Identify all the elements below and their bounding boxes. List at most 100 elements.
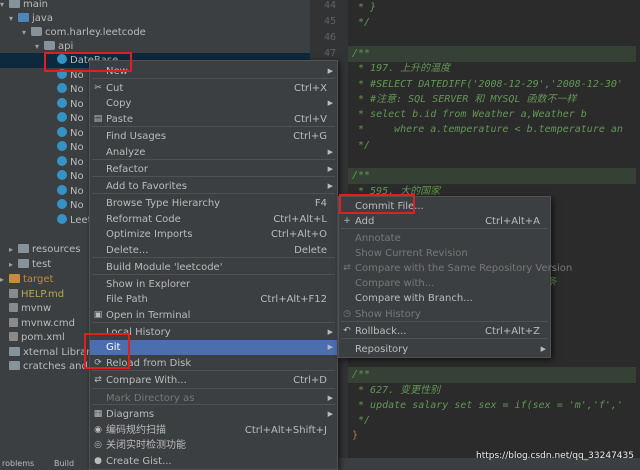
- menu-item-annotate[interactable]: Annotate: [339, 231, 550, 246]
- menu-item-reformat-code[interactable]: Reformat Code Ctrl+Alt+L: [90, 212, 337, 227]
- menu-item-repository[interactable]: Repository ▶: [339, 342, 550, 357]
- menu-item-diagrams[interactable]: ▦ Diagrams ▶: [90, 407, 337, 422]
- menu-separator: [92, 370, 335, 371]
- menu-item-icon: ↶: [343, 326, 351, 336]
- menu-item-label: Reformat Code: [106, 214, 181, 225]
- menu-item-build-module-leetcode[interactable]: Build Module 'leetcode': [90, 260, 337, 275]
- menu-item-label: Paste: [106, 114, 133, 125]
- tree-item[interactable]: mvnw: [0, 301, 51, 316]
- tree-item[interactable]: mvnw.cmd: [0, 316, 75, 331]
- menu-item-analyze[interactable]: Analyze ▶: [90, 145, 337, 160]
- menu-item-icon: ⇄: [343, 263, 351, 273]
- menu-item-rollback[interactable]: ↶ Rollback... Ctrl+Alt+Z: [339, 324, 550, 339]
- menu-item-compare-with-branch[interactable]: Compare with Branch...: [339, 291, 550, 306]
- menu-item-label: Cut: [106, 83, 124, 94]
- tree-item-class[interactable]: No: [0, 155, 84, 170]
- menu-item-delete[interactable]: Delete... Delete: [90, 243, 337, 258]
- class-icon: [57, 214, 67, 224]
- menu-item-label: Repository: [355, 344, 409, 355]
- menu-item-compare-with-the-same-repository-version[interactable]: ⇄ Compare with the Same Repository Versio…: [339, 261, 572, 276]
- submenu-arrow-icon: ▶: [327, 343, 333, 351]
- menu-item-icon: ▦: [93, 409, 103, 419]
- expand-arrow-icon[interactable]: ▾: [22, 25, 31, 40]
- menu-item-paste[interactable]: ▤ Paste Ctrl+V: [90, 112, 337, 127]
- tree-item[interactable]: ▾ java: [0, 11, 53, 26]
- class-icon: [57, 83, 67, 93]
- file-icon: [9, 318, 18, 327]
- problems-tab[interactable]: roblems: [2, 458, 34, 470]
- class-icon: [57, 199, 67, 209]
- menu-item-shortcut: Ctrl+D: [293, 375, 327, 386]
- menu-item-shortcut: F4: [314, 198, 327, 209]
- menu-item-browse-type-hierarchy[interactable]: Browse Type Hierarchy F4: [90, 196, 337, 211]
- tree-item-class[interactable]: No: [0, 169, 84, 184]
- menu-item-open-in-terminal[interactable]: ▣ Open in Terminal: [90, 308, 337, 323]
- menu-item-item-22[interactable]: ◉ 编码规约扫描 Ctrl+Alt+Shift+J: [90, 423, 337, 438]
- tree-item-label: No: [70, 157, 84, 168]
- tree-item-class[interactable]: No: [0, 126, 84, 141]
- submenu-arrow-icon: ▶: [327, 182, 333, 190]
- expand-arrow-icon[interactable]: ▸: [0, 272, 9, 287]
- highlight-box-git: [84, 333, 130, 369]
- menu-item-icon: ✂: [94, 83, 102, 93]
- tree-item-class[interactable]: No: [0, 97, 84, 112]
- menu-item-shortcut: Ctrl+Alt+A: [485, 216, 540, 227]
- tree-item[interactable]: pom.xml: [0, 330, 65, 345]
- menu-separator: [92, 193, 335, 194]
- expand-arrow-icon[interactable]: ▸: [9, 242, 18, 257]
- code-line: /**: [348, 367, 636, 384]
- folder-icon: [18, 259, 29, 268]
- menu-item-shortcut: Ctrl+Alt+O: [271, 229, 327, 240]
- menu-item-file-path[interactable]: File Path Ctrl+Alt+F12: [90, 292, 337, 307]
- menu-item-show-history[interactable]: ◷ Show History: [339, 307, 550, 322]
- expand-arrow-icon[interactable]: ▾: [35, 39, 44, 54]
- folder-icon: [9, 361, 20, 370]
- tree-item[interactable]: HELP.md: [0, 287, 64, 302]
- tree-item-class[interactable]: No: [0, 198, 84, 213]
- build-tab[interactable]: Build: [54, 458, 74, 470]
- tree-item-class[interactable]: No: [0, 184, 84, 199]
- menu-item-icon: +: [343, 216, 351, 226]
- menu-item-optimize-imports[interactable]: Optimize Imports Ctrl+Alt+O: [90, 227, 337, 242]
- tree-item-class[interactable]: No: [0, 111, 84, 126]
- tree-item[interactable]: ▾ com.harley.leetcode: [0, 25, 146, 40]
- tree-item[interactable]: ▸ target: [0, 272, 53, 287]
- tree-item-class[interactable]: Leetco: [0, 213, 103, 228]
- menu-item-shortcut: Ctrl+Alt+Shift+J: [244, 425, 327, 436]
- menu-item-icon: ⇄: [94, 375, 102, 385]
- tree-item-label: mvnw.cmd: [21, 318, 76, 329]
- class-icon: [57, 112, 67, 122]
- menu-item-compare-with[interactable]: Compare with...: [339, 276, 550, 291]
- tree-item[interactable]: ▸ test: [0, 257, 51, 272]
- menu-item-find-usages[interactable]: Find Usages Ctrl+G: [90, 129, 337, 144]
- menu-item-add-to-favorites[interactable]: Add to Favorites ▶: [90, 179, 337, 194]
- tree-item-class[interactable]: No: [0, 82, 84, 97]
- tree-item-class[interactable]: No: [0, 140, 84, 155]
- folder-icon: [18, 244, 29, 253]
- menu-item-compare-with[interactable]: ⇄ Compare With... Ctrl+D: [90, 373, 337, 388]
- menu-item-refactor[interactable]: Refactor ▶: [90, 162, 337, 177]
- menu-item-label: Add to Favorites: [106, 181, 187, 192]
- menu-separator: [92, 388, 335, 389]
- expand-arrow-icon[interactable]: ▾: [9, 11, 18, 26]
- menu-item-cut[interactable]: ✂ Cut Ctrl+X: [90, 81, 337, 96]
- code-line: /**: [348, 168, 636, 185]
- menu-item-add[interactable]: + Add Ctrl+Alt+A: [339, 214, 550, 229]
- expand-arrow-icon[interactable]: ▸: [9, 257, 18, 272]
- code-line: * select b.id from Weather a,Weather b: [352, 109, 587, 121]
- menu-item-label: 编码规约扫描: [106, 425, 166, 436]
- folder-icon: [9, 347, 20, 356]
- menu-item-copy[interactable]: Copy ▶: [90, 96, 337, 111]
- tree-item[interactable]: ▸ resources: [0, 242, 80, 257]
- menu-item-shortcut: Ctrl+X: [293, 83, 327, 94]
- line-number: 47: [323, 48, 336, 59]
- menu-item-item-23[interactable]: ◎ 关闭实时检测功能: [90, 438, 337, 453]
- menu-item-show-current-revision[interactable]: Show Current Revision: [339, 246, 550, 261]
- menu-item-icon: ▤: [93, 114, 103, 124]
- menu-item-label: 关闭实时检测功能: [106, 440, 186, 451]
- menu-item-show-in-explorer[interactable]: Show in Explorer: [90, 277, 337, 292]
- menu-item-label: Rollback...: [355, 326, 407, 337]
- menu-item-create-gist[interactable]: ● Create Gist...: [90, 454, 337, 469]
- git-submenu: Commit File... + Add Ctrl+Alt+A Annotate Show…: [338, 196, 572, 358]
- menu-item-shortcut: Ctrl+V: [293, 114, 327, 125]
